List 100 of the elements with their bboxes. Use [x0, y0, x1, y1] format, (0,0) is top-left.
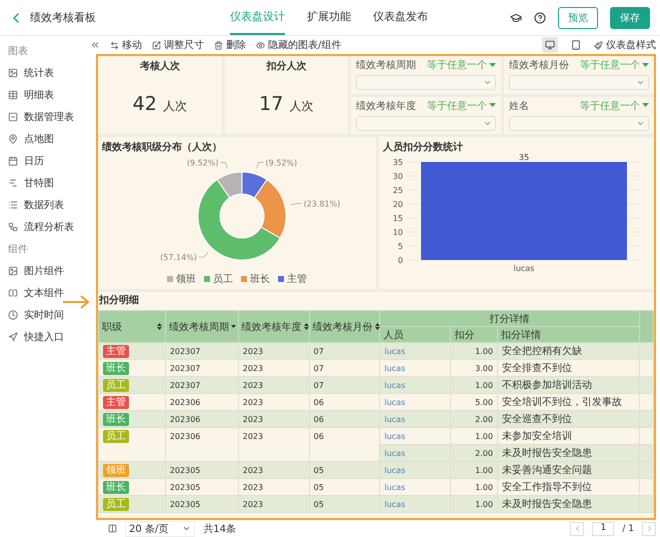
graduation-cap-icon[interactable]: [510, 12, 522, 24]
chevron-down-icon: [636, 78, 645, 87]
level-badge: 领班: [103, 464, 129, 476]
table-cell: 1.00: [475, 346, 493, 356]
slice-label: (9.52%): [186, 158, 218, 168]
toolbar-button[interactable]: 移动: [110, 38, 142, 52]
chart-title: 绩效考核职级分布（人次）: [102, 140, 223, 154]
toolbar-button[interactable]: 删除: [214, 38, 246, 52]
sidebar-item[interactable]: 文本组件: [8, 284, 90, 302]
select-field[interactable]: [509, 116, 649, 130]
slice-label: (57.14%): [160, 253, 197, 262]
table-cell: 1.00: [475, 482, 493, 492]
table-cell: 1.00: [475, 432, 493, 440]
table-cell: 202306: [170, 398, 200, 406]
legend-item: 主管: [278, 272, 307, 286]
level-badge: 员工: [103, 498, 129, 510]
table-cell: 202307: [170, 346, 200, 356]
nav-tab[interactable]: 扩展功能: [307, 0, 351, 35]
sidebar-item[interactable]: 甘特图: [8, 174, 90, 192]
select-field[interactable]: [356, 116, 496, 130]
sidebar-item[interactable]: 日历: [8, 152, 90, 170]
table-cell: 安全培训不到位，引发事故: [502, 397, 622, 408]
page-input[interactable]: 1: [592, 522, 614, 536]
table-cell: 202305: [170, 466, 200, 474]
kpi-value: 42 人次: [132, 93, 187, 115]
help-icon[interactable]: [534, 12, 546, 24]
list-icon: [8, 200, 18, 210]
table-cell: 2023: [242, 380, 264, 390]
chevron-down-icon: [483, 78, 492, 87]
sort-icon[interactable]: [374, 323, 380, 330]
table-cell: 06: [314, 398, 324, 406]
table-cell: 2023: [242, 398, 264, 406]
bar-value-label: 35: [518, 154, 530, 162]
table-cell: 未及时报告安全隐患: [502, 448, 592, 459]
sort-icon[interactable]: [156, 323, 162, 330]
caret-icon: [642, 62, 649, 68]
y-tick-label: 10: [392, 228, 403, 237]
y-tick-label: 15: [392, 214, 403, 223]
sidebar-item[interactable]: 快捷入口: [8, 328, 90, 346]
person-link[interactable]: lucas: [384, 364, 406, 372]
collapse-icon[interactable]: [90, 40, 100, 50]
level-badge: 主管: [103, 396, 129, 408]
chevron-down-icon: [182, 524, 192, 533]
table-cell: 安全排查不到位: [502, 363, 572, 374]
arrows-icon: [110, 40, 119, 50]
sidebar-item[interactable]: 统计表: [8, 64, 90, 82]
caret-icon: [489, 62, 496, 68]
table-cell: 未妥善沟通安全问题: [502, 465, 592, 476]
level-badge: 主管: [103, 344, 129, 358]
filter-label: 姓名: [509, 100, 529, 112]
table-cell: 安全把控稍有欠缺: [502, 346, 582, 357]
toolbar-button[interactable]: 调整尺寸: [152, 38, 204, 52]
picture-icon: [8, 266, 18, 276]
page-size-select[interactable]: 20 条/页: [125, 520, 196, 536]
select-field[interactable]: [356, 75, 496, 90]
caret-icon: [489, 103, 496, 108]
table-cell: 202307: [170, 364, 200, 372]
caret-icon: [642, 103, 649, 108]
y-tick-label: 35: [392, 158, 403, 167]
person-link[interactable]: lucas: [384, 482, 406, 492]
total-count: 共14条: [203, 522, 236, 536]
toolbar-button[interactable]: 隐藏的图表/组件: [256, 38, 342, 52]
table-cell: 05: [314, 482, 324, 492]
table-cell: 202307: [170, 380, 200, 390]
y-tick-label: 0: [398, 256, 403, 265]
person-link[interactable]: lucas: [384, 398, 406, 406]
style-button[interactable]: 仪表盘样式: [594, 38, 656, 52]
table-cell: 2.00: [475, 448, 493, 458]
table-cell: 1.00: [475, 500, 493, 508]
slice-label: (23.81%): [304, 200, 340, 209]
sidebar-item[interactable]: 明细表: [8, 86, 90, 104]
sidebar-item[interactable]: 实时时间: [8, 306, 90, 324]
sidebar-item[interactable]: 数据列表: [8, 196, 90, 214]
person-link[interactable]: lucas: [384, 432, 406, 440]
monitor-icon: [545, 40, 555, 50]
leader-line: [290, 203, 302, 206]
y-tick-label: 25: [392, 186, 403, 195]
resize-icon: [152, 40, 161, 50]
sidebar-item[interactable]: 图片组件: [8, 262, 90, 280]
clock-icon: [8, 310, 18, 320]
table-cell: 202306: [170, 414, 200, 424]
table-cell: 2023: [242, 432, 264, 441]
table-cell: 3.00: [475, 364, 493, 372]
table-cell: 2023: [242, 466, 264, 474]
sidebar-item[interactable]: 点地图: [8, 130, 90, 148]
desktop-button[interactable]: [542, 37, 558, 53]
sidebar-item[interactable]: 数据管理表: [8, 108, 90, 126]
table-cell: 安全工作指导不到位: [502, 482, 592, 493]
table-cell: 不积极参加培训活动: [502, 380, 592, 391]
columns-icon[interactable]: [108, 524, 117, 533]
nav-tab[interactable]: 仪表盘发布: [373, 0, 428, 35]
kpi-title: 考核人次: [140, 60, 180, 73]
column-header: 扣分: [450, 326, 498, 342]
level-badge: 员工: [103, 430, 129, 443]
select-field[interactable]: [509, 75, 649, 90]
sidebar-item[interactable]: 流程分析表: [8, 218, 90, 236]
level-badge: 班长: [103, 412, 129, 426]
column-header[interactable]: 职级: [102, 320, 122, 334]
sort-down-icon[interactable]: [230, 325, 236, 328]
navigation-icon: [8, 332, 18, 342]
